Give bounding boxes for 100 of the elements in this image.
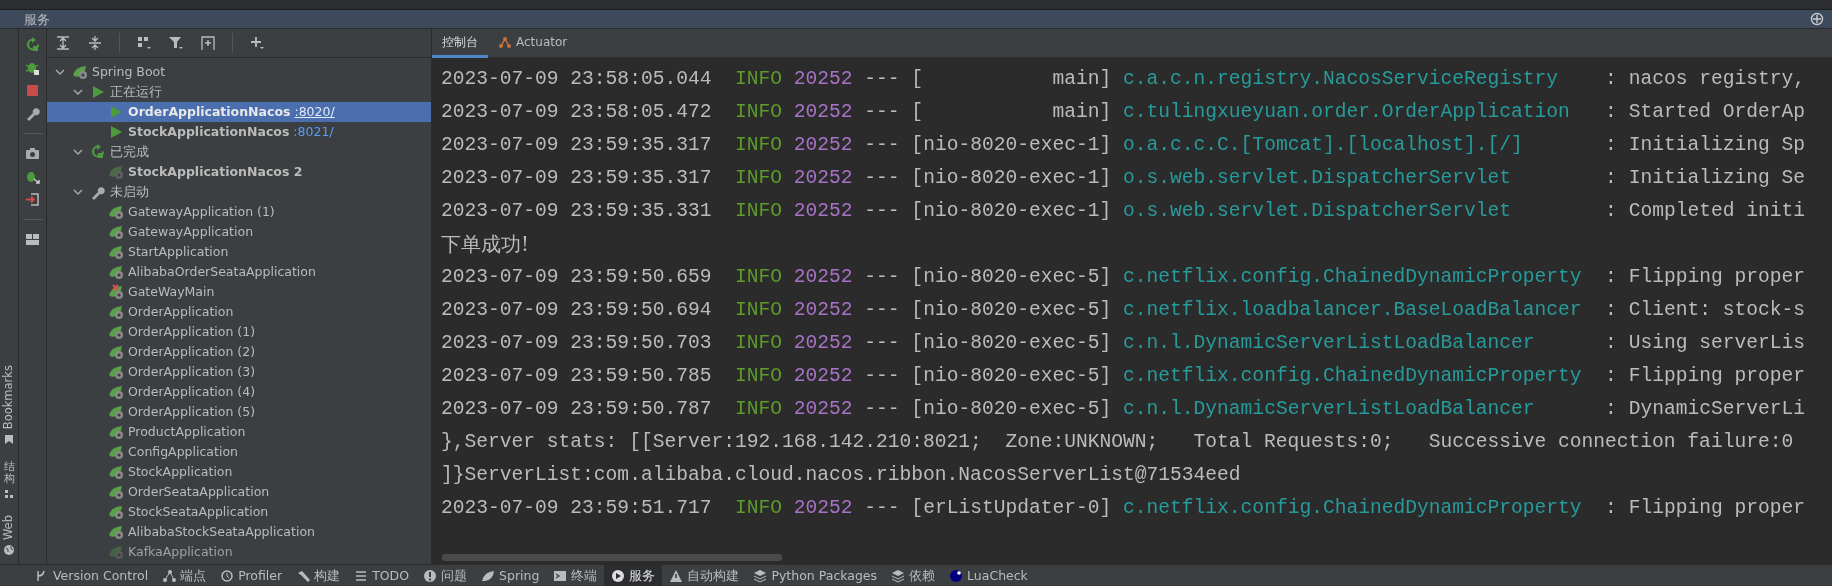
- tree-item[interactable]: ConfigApplication: [47, 442, 431, 462]
- spring-leaf-icon: [108, 304, 124, 320]
- tree-item[interactable]: OrderApplication (1): [47, 322, 431, 342]
- bug-icon[interactable]: [25, 60, 40, 75]
- tool-window-label[interactable]: 结构: [3, 460, 15, 485]
- spring-leaf-icon: [108, 484, 124, 500]
- tree-item[interactable]: OrderApplication: [47, 302, 431, 322]
- tree-item[interactable]: Spring Boot: [47, 62, 431, 82]
- play-icon: [611, 569, 626, 583]
- tool-window-tab[interactable]: Profiler: [213, 565, 290, 586]
- filter-icon[interactable]: [168, 35, 184, 51]
- tree-item[interactable]: KafkaApplication: [47, 542, 431, 562]
- layers-icon: [753, 569, 768, 583]
- scrollbar-thumb[interactable]: [442, 554, 782, 561]
- tree-item[interactable]: 已完成: [47, 142, 431, 162]
- spring-leaf-icon: [108, 404, 124, 420]
- tool-window-tab[interactable]: 构建: [289, 565, 348, 586]
- spring-leaf-icon: [108, 204, 124, 220]
- tree-item[interactable]: OrderApplication (2): [47, 342, 431, 362]
- chevron-icon: [73, 147, 83, 157]
- log-line: 2023-07-09 23:59:35.317 INFO 20252 --- [nio-8020-exec-1] o.s.web.servlet.DispatcherServlet : Initializing Se: [441, 166, 1806, 191]
- tool-window-tab[interactable]: 端点: [155, 565, 214, 586]
- spring-leaf-icon: [108, 244, 124, 260]
- tree-item[interactable]: OrderApplication (5): [47, 402, 431, 422]
- spring-leaf-icon: [108, 444, 124, 460]
- collapse-all-icon[interactable]: [87, 35, 103, 51]
- console-tab[interactable]: Actuator: [488, 29, 578, 58]
- tree-item[interactable]: 正在运行: [47, 82, 431, 102]
- tool-window-tab[interactable]: Python Packages: [746, 565, 885, 586]
- layers-icon: [891, 569, 906, 583]
- layout-icon[interactable]: [25, 232, 40, 247]
- clock-icon: [220, 569, 235, 583]
- camera-icon[interactable]: [25, 146, 40, 161]
- console-output: ]}ServerList:com.alibaba.cloud.nacos.ribbon.NacosServerList@71534eed: [441, 463, 1242, 488]
- run-icon: [108, 104, 124, 120]
- tool-window-label[interactable]: Web: [0, 514, 18, 540]
- tree-item[interactable]: OrderSeataApplication: [47, 482, 431, 502]
- tree-item[interactable]: OrderApplicationNacos :8020/: [47, 102, 431, 122]
- bookmark-icon: [4, 433, 14, 445]
- tree-item[interactable]: GatewayApplication (1): [47, 202, 431, 222]
- run-icon: [108, 124, 124, 140]
- wrench-icon[interactable]: [25, 106, 40, 121]
- group-icon[interactable]: [136, 35, 152, 51]
- tool-window-tab[interactable]: 问题: [416, 565, 475, 586]
- leaf-icon: [481, 569, 496, 583]
- tool-window-tab[interactable]: LuaCheck: [942, 565, 1035, 586]
- log-line: 2023-07-09 23:59:50.703 INFO 20252 --- [nio-8020-exec-5] c.n.l.DynamicServerListLoadBalancer : Using serverLis: [441, 331, 1806, 356]
- list-icon: [354, 569, 369, 583]
- tree-item[interactable]: StockApplicationNacos :8021/: [47, 122, 431, 142]
- log-line: 2023-07-09 23:59:50.787 INFO 20252 --- [nio-8020-exec-5] c.n.l.DynamicServerListLoadBalancer : DynamicServerLi: [441, 397, 1806, 422]
- console-output: },Server stats: [[Server:192.168.142.210:8021; Zone:UNKNOWN; Total Requests:0; Successive connection failure:0: [441, 430, 1795, 455]
- exit-icon[interactable]: [25, 192, 40, 207]
- run-icon: [90, 84, 106, 100]
- tree-item[interactable]: AlibabaStockSeataApplication: [47, 522, 431, 542]
- tool-window-tab[interactable]: 终端: [546, 565, 605, 586]
- network-icon: [498, 35, 512, 49]
- log-line: 2023-07-09 23:59:35.331 INFO 20252 --- [nio-8020-exec-1] o.s.web.servlet.DispatcherServlet : Completed initi: [441, 199, 1806, 224]
- spring-leaf-icon: [108, 324, 124, 340]
- tool-window-tab[interactable]: Spring: [474, 565, 547, 586]
- tree-item[interactable]: StartApplication: [47, 242, 431, 262]
- tree-item[interactable]: OrderApplication (3): [47, 362, 431, 382]
- console-tab[interactable]: 控制台: [432, 29, 488, 58]
- spring-leaf-icon: [108, 164, 124, 180]
- rerun-icon[interactable]: [25, 37, 40, 52]
- tree-item[interactable]: OrderApplication (4): [47, 382, 431, 402]
- spring-leaf-icon: [108, 504, 124, 520]
- log-line: 2023-07-09 23:58:05.044 INFO 20252 --- [ main] c.a.c.n.registry.NacosServiceRegistry : nacos registry,: [441, 67, 1806, 92]
- log-line: 2023-07-09 23:59:50.694 INFO 20252 --- [nio-8020-exec-5] c.netflix.loadbalancer.BaseLoadBalancer : Client: stock-s: [441, 298, 1806, 323]
- alert-icon: [423, 569, 438, 583]
- spring-leaf-icon: [108, 464, 124, 480]
- spring-leaf-icon: [108, 364, 124, 380]
- tool-window-tab[interactable]: Version Control: [28, 565, 156, 586]
- globe-icon: [3, 544, 15, 556]
- log-line: 2023-07-09 23:59:51.717 INFO 20252 --- [erListUpdater-0] c.netflix.config.ChainedDynamicProperty : Flipping proper: [441, 496, 1806, 521]
- spring-leaf-icon: [108, 284, 124, 300]
- panel-title: 服务: [24, 10, 50, 29]
- tool-window-tab[interactable]: 依赖: [884, 565, 943, 586]
- add-icon[interactable]: [249, 35, 265, 51]
- log-line: 2023-07-09 23:58:05.472 INFO 20252 --- [ main] c.tulingxueyuan.order.OrderApplication : Started OrderAp: [441, 100, 1806, 125]
- nodes-icon: [162, 569, 177, 583]
- target-icon[interactable]: [1810, 12, 1824, 26]
- bug-arrow-icon[interactable]: [25, 169, 40, 184]
- log-line: 2023-07-09 23:59:50.659 INFO 20252 --- [nio-8020-exec-5] c.netflix.config.ChainedDynamicProperty : Flipping proper: [441, 265, 1806, 290]
- tool-window-tab[interactable]: 自动构建: [662, 565, 747, 586]
- tree-item[interactable]: AlibabaOrderSeataApplication: [47, 262, 431, 282]
- tool-window-label[interactable]: Bookmarks: [0, 365, 18, 430]
- tool-window-tab[interactable]: TODO: [347, 565, 417, 586]
- tree-item[interactable]: StockSeataApplication: [47, 502, 431, 522]
- tool-window-tab[interactable]: 服务: [604, 565, 663, 586]
- expand-all-icon[interactable]: [55, 35, 71, 51]
- tree-item[interactable]: StockApplication: [47, 462, 431, 482]
- chevron-icon: [73, 187, 83, 197]
- new-tab-icon[interactable]: [200, 35, 216, 51]
- tree-item[interactable]: ProductApplication: [47, 422, 431, 442]
- moon-icon: [949, 569, 964, 583]
- tree-item[interactable]: 未启动: [47, 182, 431, 202]
- spring-leaf-icon: [108, 524, 124, 540]
- tree-item[interactable]: StockApplicationNacos 2: [47, 162, 431, 182]
- tree-item[interactable]: GateWayMain: [47, 282, 431, 302]
- tree-item[interactable]: GatewayApplication: [47, 222, 431, 242]
